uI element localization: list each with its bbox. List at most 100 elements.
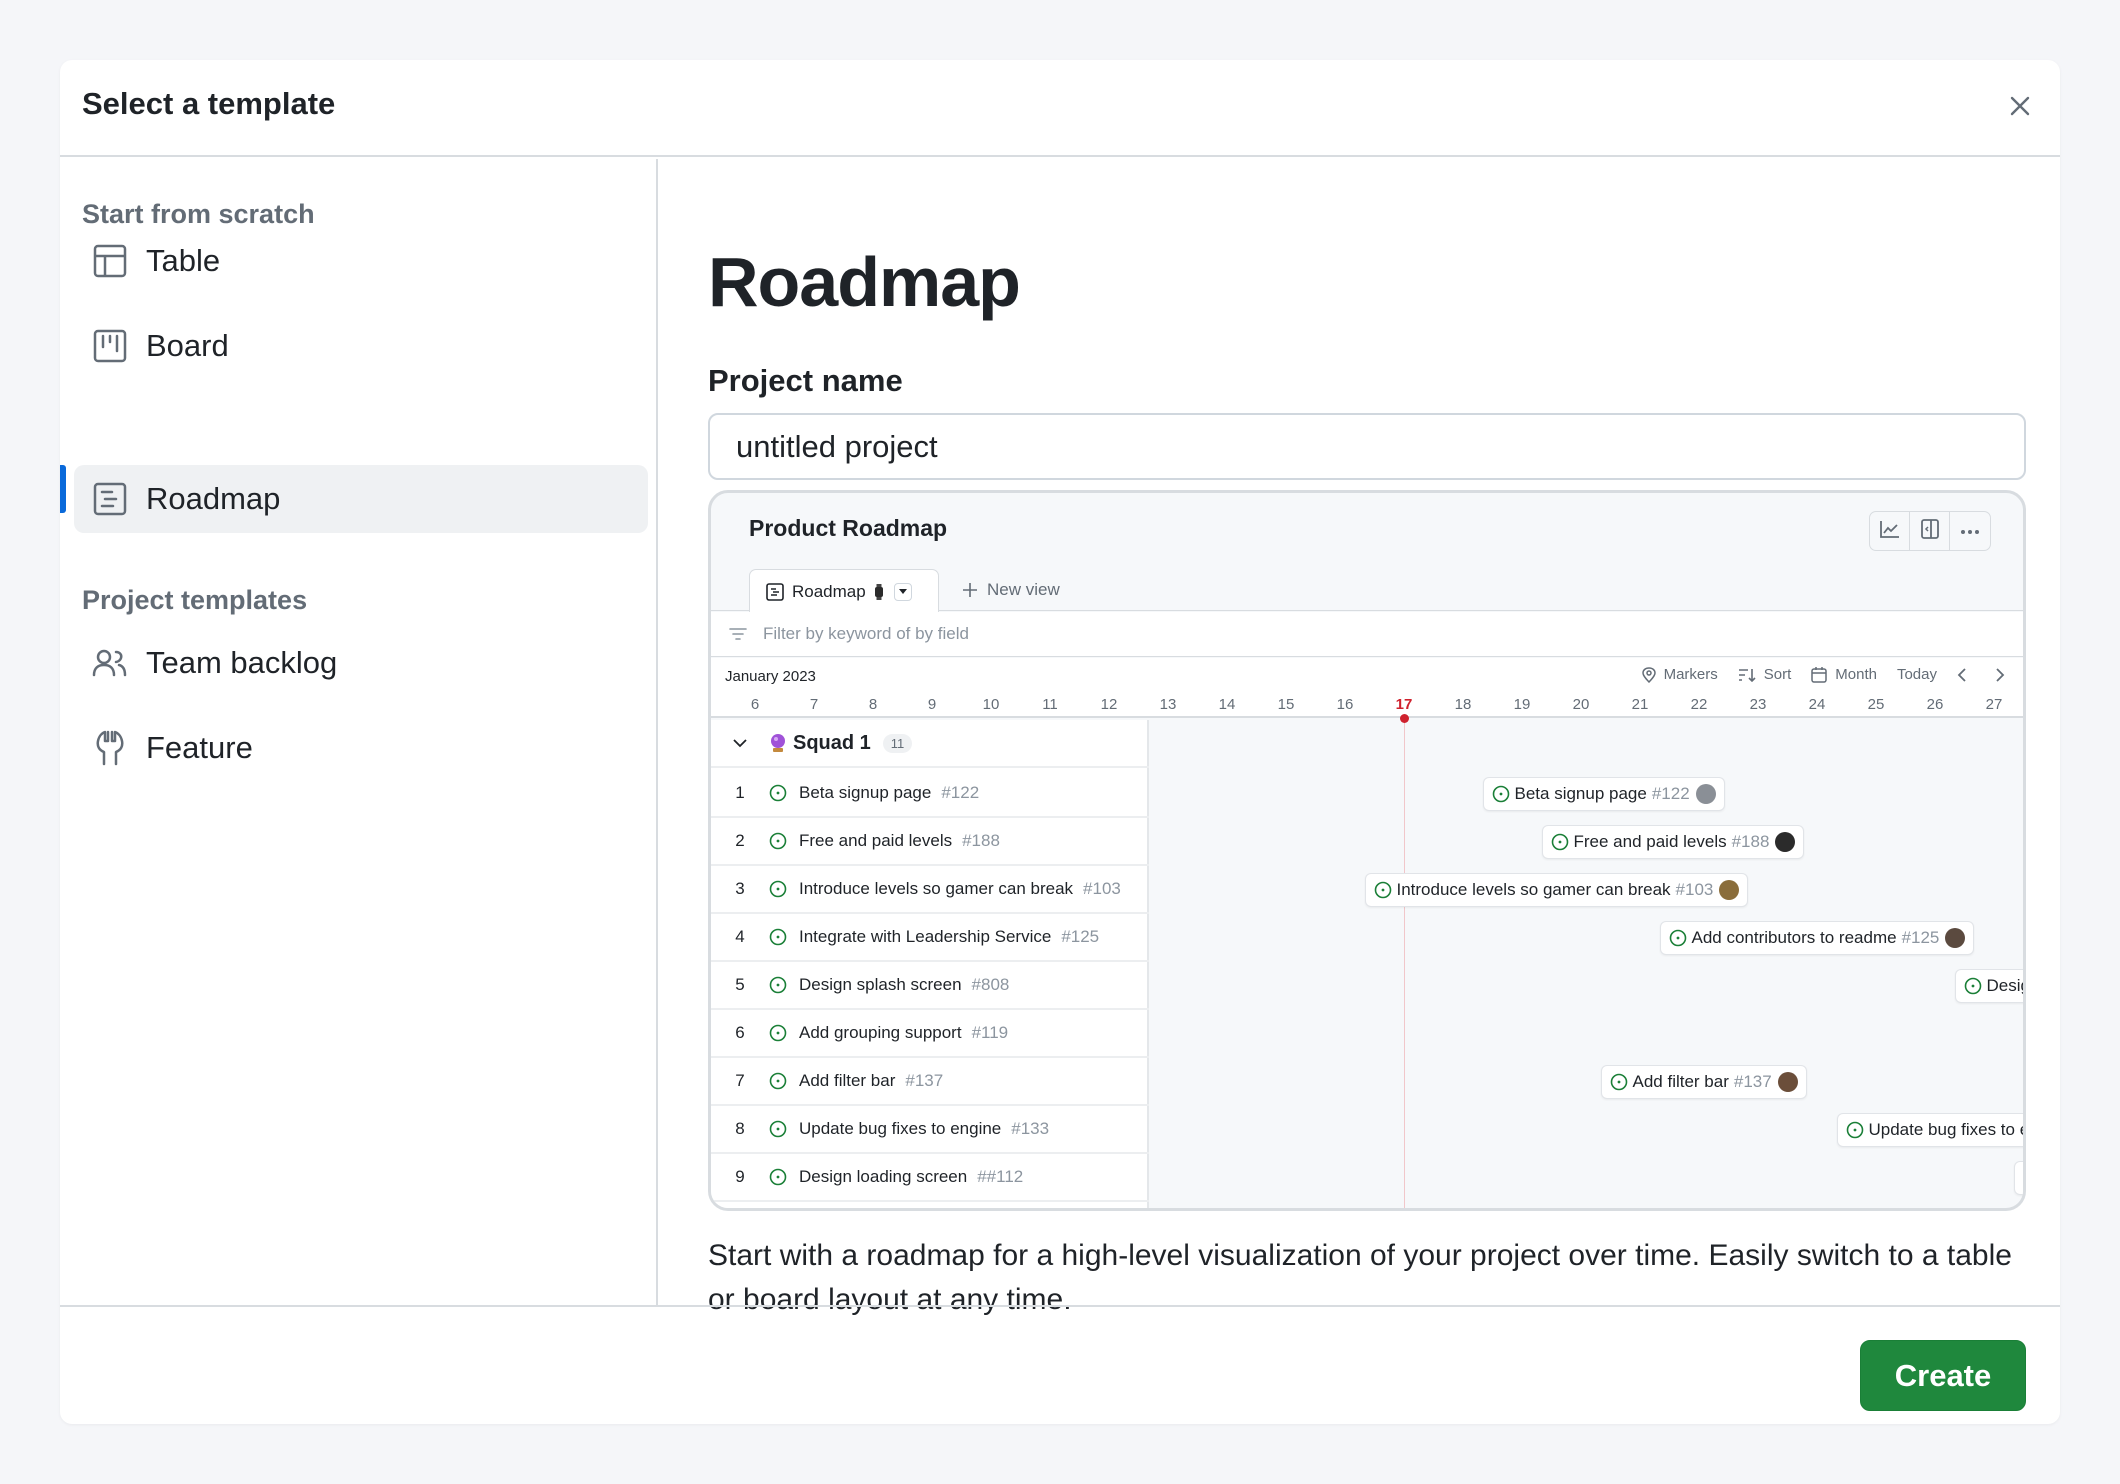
create-button[interactable]: Create (1860, 1340, 2026, 1411)
open-issue-icon (1964, 977, 1982, 995)
timeline-bar[interactable]: Design splash screen (1954, 969, 2023, 1003)
sidebar-item-team-backlog[interactable]: Team backlog (74, 629, 648, 697)
bar-title: Update bug fixes to engine (1868, 1120, 2024, 1139)
sidebar-item-table[interactable]: Table (74, 227, 648, 295)
row-ref: #122 (941, 783, 980, 802)
bar-title: Add contributors to readme (1691, 928, 1897, 947)
group-name: Squad 1 (793, 731, 871, 754)
view-options-dropdown[interactable] (893, 582, 912, 601)
filter-bar[interactable]: Filter by keyword of by field (711, 612, 2023, 657)
day-label: 21 (1631, 696, 1649, 713)
timeline-bar[interactable]: Free and paid levels #188 (1541, 825, 1805, 859)
roadmap-icon (92, 481, 128, 517)
markers-button[interactable]: Markers (1641, 666, 1718, 683)
table-row[interactable]: 2 Free and paid levels #188 (711, 818, 1149, 866)
preview-title: Product Roadmap (749, 515, 948, 541)
open-issue-icon (769, 880, 793, 898)
section-label-scratch: Start from scratch (82, 199, 315, 229)
roadmap-table: Squad 1 11 1 Beta signup page #122 2 Free an… (711, 720, 1149, 1208)
row-number: 6 (735, 1023, 745, 1042)
avatar (1719, 880, 1740, 900)
timeline-bar[interactable]: Design loading screen (2013, 1161, 2024, 1195)
avatar (1777, 1072, 1798, 1092)
today-label: Today (1896, 666, 1937, 683)
watch-icon (874, 583, 884, 600)
month-zoom-button[interactable]: Month (1811, 666, 1877, 683)
bar-ref: #137 (1733, 1072, 1772, 1091)
sidebar-item-roadmap[interactable]: Roadmap (74, 465, 648, 533)
insights-button[interactable] (1870, 512, 1910, 550)
timeline-bar[interactable]: Add contributors to readme #125 (1659, 921, 1975, 955)
row-number: 2 (735, 831, 745, 850)
table-row[interactable]: 3 Introduce levels so gamer can break #103 (711, 866, 1149, 914)
chevron-left-icon (1957, 667, 1971, 682)
group-header-row[interactable]: Squad 1 11 (711, 720, 1149, 768)
new-view-label: New view (987, 580, 1060, 599)
row-title: Design loading screen (799, 1167, 968, 1186)
tab-label: Roadmap (792, 581, 866, 601)
row-ref: ##112 (977, 1167, 1024, 1186)
row-ref: #808 (971, 975, 1010, 994)
markers-label: Markers (1663, 666, 1718, 683)
side-panel-button[interactable] (1910, 512, 1950, 550)
day-label: 6 (750, 696, 760, 713)
sidebar-item-label: Roadmap (146, 481, 281, 516)
table-row[interactable]: 8 Update bug fixes to engine #133 (711, 1106, 1149, 1154)
row-ref: #133 (1011, 1119, 1050, 1138)
month-label: January 2023 (725, 668, 816, 685)
open-issue-icon (769, 1168, 793, 1186)
plus-icon (963, 583, 977, 597)
timeline-bar[interactable]: Add filter bar #137 (1600, 1065, 1807, 1099)
open-issue-icon (2023, 1169, 2024, 1187)
open-issue-icon (769, 976, 793, 994)
template-description: Start with a roadmap for a high-level vi… (708, 1239, 2012, 1316)
row-title: Integrate with Leadership Service (799, 927, 1052, 946)
previous-button[interactable] (1957, 667, 1971, 682)
day-label: 15 (1277, 696, 1295, 713)
avatar (1945, 928, 1966, 948)
day-label: 11 (1042, 696, 1058, 713)
today-button[interactable]: Today (1897, 666, 1937, 683)
open-issue-icon (769, 1024, 793, 1042)
timeline-bar[interactable]: Beta signup page #122 (1482, 777, 1725, 811)
table-row[interactable]: 1 Beta signup page #122 (711, 770, 1149, 818)
more-options-button[interactable] (1950, 512, 1990, 550)
day-label: 26 (1926, 696, 1944, 713)
sidebar-item-feature[interactable]: Feature (74, 714, 648, 782)
bar-ref: #125 (1901, 928, 1940, 947)
day-label: 14 (1218, 696, 1236, 713)
day-label: 16 (1336, 696, 1354, 713)
table-row[interactable]: 9 Design loading screen ##112 (711, 1154, 1149, 1202)
new-view-button[interactable]: New view (963, 569, 1060, 611)
row-number: 3 (735, 879, 745, 898)
row-ref: #137 (905, 1071, 944, 1090)
timeline-bar[interactable]: Update bug fixes to engine (1836, 1113, 2024, 1147)
row-number: 5 (735, 975, 745, 994)
tab-roadmap[interactable]: Roadmap (749, 569, 939, 613)
chevron-down-icon[interactable] (711, 738, 769, 748)
sort-button[interactable]: Sort (1738, 666, 1792, 683)
selected-indicator (60, 465, 66, 513)
timeline-header: January 2023 Markers Sort Month Today 6 … (711, 658, 2023, 718)
row-title: Design splash screen (799, 975, 962, 994)
open-issue-icon (769, 1120, 793, 1138)
next-button[interactable] (1995, 667, 2009, 682)
project-name-input[interactable] (708, 413, 2026, 480)
open-issue-icon (769, 784, 793, 802)
bar-title: Introduce levels so gamer can break (1396, 880, 1671, 899)
template-dialog: Select a template Start from scratch Tab… (60, 60, 2060, 1424)
today-marker (1400, 714, 1409, 723)
sidebar-item-board[interactable]: Board (74, 312, 648, 380)
sort-label: Sort (1763, 666, 1792, 683)
table-row[interactable]: 6 Add grouping support #119 (711, 1010, 1149, 1058)
month-label-btn: Month (1835, 666, 1877, 683)
table-row[interactable]: 4 Integrate with Leadership Service #125 (711, 914, 1149, 962)
timeline-bar[interactable]: Introduce levels so gamer can break #103 (1364, 873, 1749, 907)
project-name-label: Project name (708, 363, 903, 398)
location-pin-icon (1641, 666, 1660, 683)
day-label: 18 (1454, 696, 1472, 713)
template-sidebar: Start from scratch Table Board Roadmap P… (60, 159, 658, 1305)
close-button[interactable] (2000, 88, 2040, 128)
table-row[interactable]: 5 Design splash screen #808 (711, 962, 1149, 1010)
table-row[interactable]: 7 Add filter bar #137 (711, 1058, 1149, 1106)
